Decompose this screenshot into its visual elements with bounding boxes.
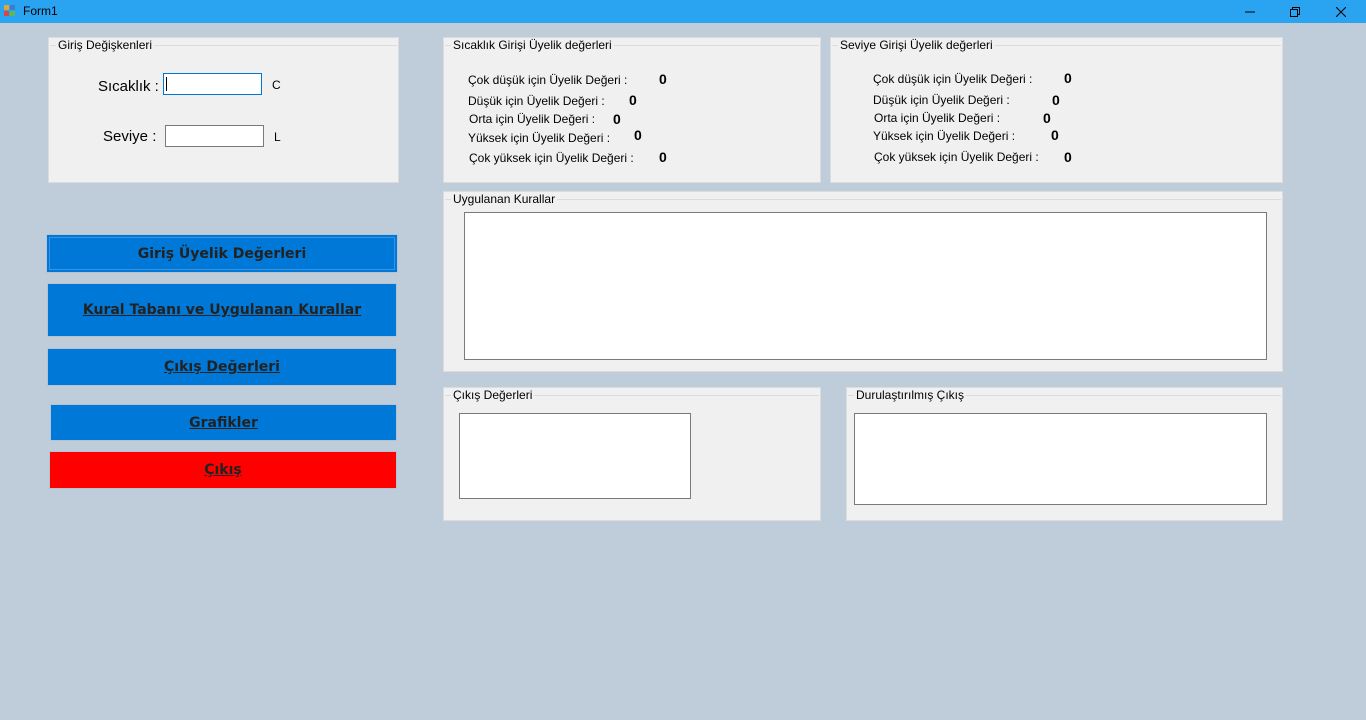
close-button[interactable] <box>1318 0 1364 23</box>
close-icon <box>1336 6 1346 17</box>
input-variables-group: Giriş Değişkenleri Sıcaklık : C Seviye :… <box>48 37 399 183</box>
defuzzified-output-list[interactable] <box>854 413 1267 505</box>
level-very-high-value: 0 <box>1064 149 1072 165</box>
temp-mid-value: 0 <box>613 111 621 127</box>
temp-very-high-value: 0 <box>659 149 667 165</box>
title-bar: Form1 <box>0 0 1366 23</box>
output-values-button[interactable]: Çıkış Değerleri <box>47 348 397 386</box>
level-unit: L <box>274 130 281 144</box>
exit-button[interactable]: Çıkış <box>49 451 397 489</box>
rule-base-label: Kural Tabanı ve Uygulanan Kurallar <box>82 302 362 318</box>
app-icon <box>4 5 16 17</box>
output-values-group: Çıkış Değerleri <box>443 387 821 521</box>
level-input[interactable] <box>165 125 264 147</box>
level-low-label: Düşük için Üyelik Değeri : <box>873 93 1010 107</box>
restore-icon <box>1290 6 1300 17</box>
membership-values-label: Giriş Üyelik Değerleri <box>137 245 307 262</box>
rule-base-button[interactable]: Kural Tabanı ve Uygulanan Kurallar <box>47 283 397 337</box>
temp-mid-label: Orta için Üyelik Değeri : <box>469 112 596 126</box>
exit-label: Çıkış <box>204 462 242 478</box>
temp-low-value: 0 <box>629 92 637 108</box>
restore-button[interactable] <box>1272 0 1318 23</box>
temperature-membership-group: Sıcaklık Girişi Üyelik değerleri Çok düş… <box>443 37 821 183</box>
level-very-low-label: Çok düşük için Üyelik Değeri : <box>873 72 1033 86</box>
minimize-icon <box>1245 11 1255 12</box>
output-values-label: Çıkış Değerleri <box>164 359 280 375</box>
temperature-input[interactable] <box>163 73 262 95</box>
charts-label: Grafikler <box>189 414 258 431</box>
level-very-low-value: 0 <box>1064 70 1072 86</box>
level-membership-group: Seviye Girişi Üyelik değerleri Çok düşük… <box>830 37 1283 183</box>
temp-high-label: Yüksek için Üyelik Değeri : <box>468 131 611 145</box>
applied-rules-group: Uygulanan Kurallar <box>443 191 1283 372</box>
level-very-high-label: Çok yüksek için Üyelik Değeri : <box>874 150 1039 164</box>
temperature-membership-title: Sıcaklık Girişi Üyelik değerleri <box>451 38 614 52</box>
level-membership-title: Seviye Girişi Üyelik değerleri <box>838 38 995 52</box>
level-high-label: Yüksek için Üyelik Değeri : <box>873 129 1016 143</box>
level-label: Seviye : <box>103 128 157 145</box>
level-mid-label: Orta için Üyelik Değeri : <box>874 111 1001 125</box>
level-high-value: 0 <box>1051 127 1059 143</box>
temperature-label: Sıcaklık : <box>98 78 159 95</box>
input-variables-title: Giriş Değişkenleri <box>56 38 155 52</box>
temp-very-low-label: Çok düşük için Üyelik Değeri : <box>468 73 628 87</box>
text-caret <box>166 77 167 91</box>
temp-low-label: Düşük için Üyelik Değeri : <box>468 94 605 108</box>
charts-button[interactable]: Grafikler <box>50 404 397 441</box>
defuzzified-output-group: Durulaştırılmış Çıkış <box>846 387 1283 521</box>
level-low-value: 0 <box>1052 92 1060 108</box>
output-values-title: Çıkış Değerleri <box>451 388 535 402</box>
temp-high-value: 0 <box>634 127 642 143</box>
temp-very-high-label: Çok yüksek için Üyelik Değeri : <box>469 151 634 165</box>
applied-rules-list[interactable] <box>464 212 1267 360</box>
membership-values-button[interactable]: Giriş Üyelik Değerleri <box>46 234 398 273</box>
temp-very-low-value: 0 <box>659 71 667 87</box>
output-values-list[interactable] <box>459 413 691 499</box>
defuzzified-output-title: Durulaştırılmış Çıkış <box>854 388 967 402</box>
level-mid-value: 0 <box>1043 110 1051 126</box>
applied-rules-title: Uygulanan Kurallar <box>451 192 558 206</box>
minimize-button[interactable] <box>1227 0 1273 23</box>
window-title: Form1 <box>23 4 58 18</box>
temperature-unit: C <box>272 78 281 92</box>
